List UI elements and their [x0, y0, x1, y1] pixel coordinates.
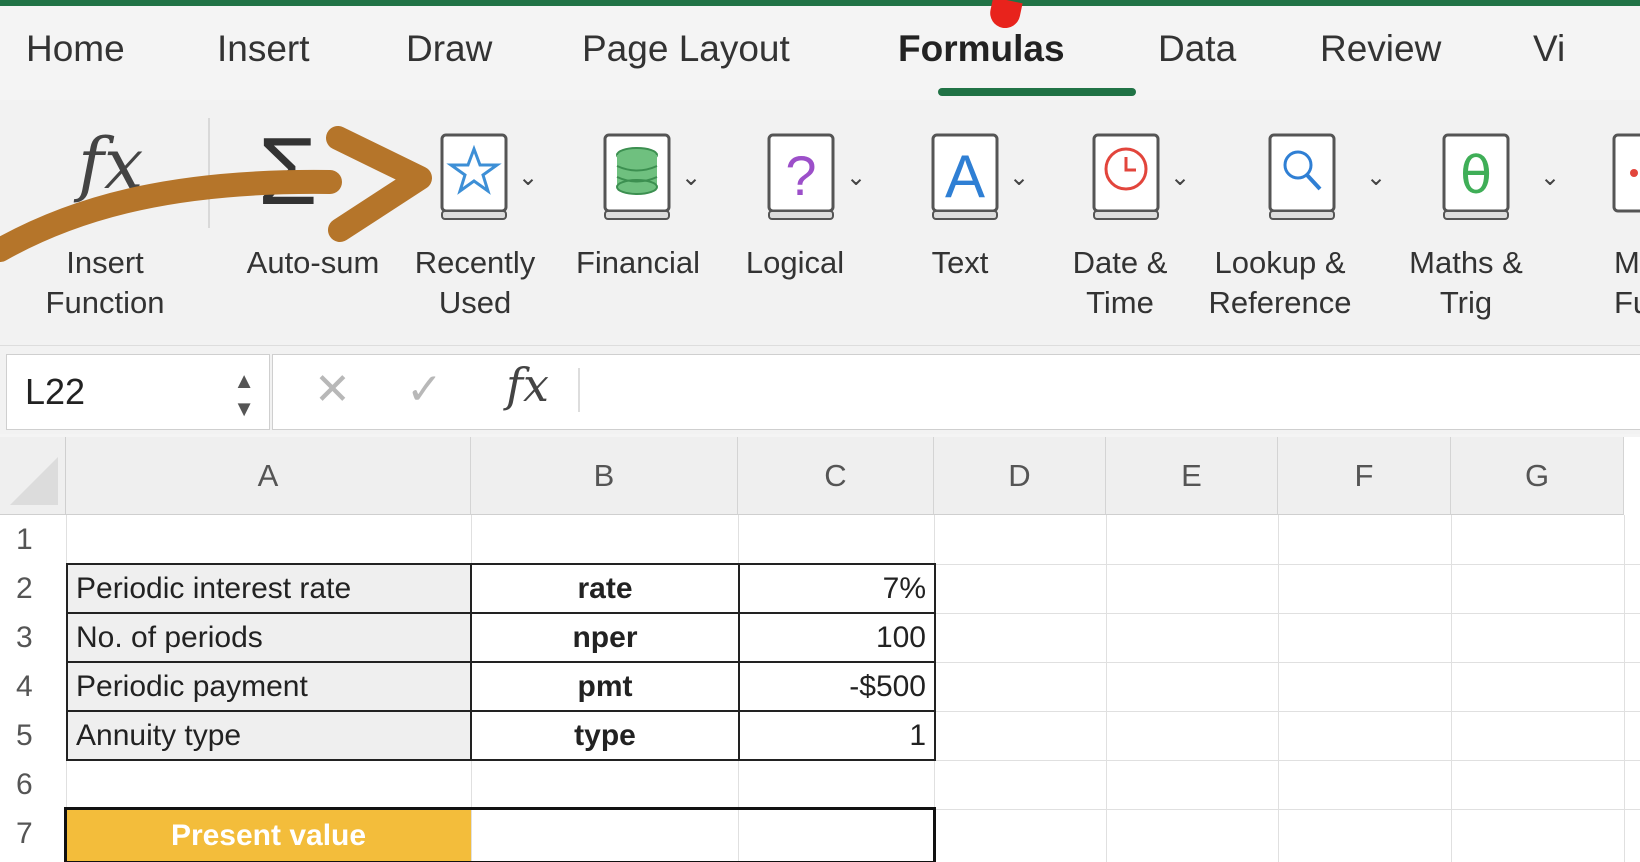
ribbon-tabs: Home Insert Draw Page Layout Formulas Da…	[0, 20, 1640, 90]
row-header-2[interactable]: 2	[0, 564, 66, 613]
column-header-d[interactable]: D	[934, 437, 1106, 515]
maths-trig-label-line1: Maths &	[1409, 245, 1523, 280]
maths-trig-button[interactable]: θ ⌄ Maths & Trig	[1409, 125, 1578, 325]
magnifier-icon	[1268, 133, 1336, 220]
lookup-reference-label-line1: Lookup &	[1214, 245, 1346, 280]
lookup-reference-button[interactable]: ⌄ Lookup & Reference	[1208, 125, 1410, 325]
more-functions-button[interactable]: M Fu	[1608, 125, 1640, 325]
cell-a5[interactable]: Annuity type	[66, 710, 472, 761]
chevron-down-icon[interactable]: ⌄	[846, 163, 866, 192]
name-box[interactable]: L22 ▲ ▼	[6, 354, 270, 430]
row-header-5[interactable]: 5	[0, 711, 66, 760]
column-header-f[interactable]: F	[1278, 437, 1451, 515]
theta-icon: θ	[1442, 133, 1510, 220]
tab-page-layout[interactable]: Page Layout	[582, 28, 790, 70]
row-header-7[interactable]: 7	[0, 809, 66, 858]
more-functions-label-line2: Fu	[1614, 285, 1640, 320]
down-arrow-icon[interactable]: ▼	[233, 395, 255, 423]
tab-home[interactable]: Home	[26, 28, 125, 70]
name-box-stepper[interactable]: ▲ ▼	[233, 367, 255, 423]
name-box-value: L22	[25, 371, 86, 412]
select-all-corner[interactable]	[0, 437, 66, 515]
financial-label-line1: Financial	[575, 245, 701, 280]
tab-view[interactable]: Vi	[1533, 28, 1565, 70]
insert-function-label-line2: Function	[45, 285, 165, 320]
logical-button[interactable]: ? ⌄ Logical	[740, 125, 890, 325]
select-all-triangle	[10, 457, 58, 505]
row-header-1[interactable]: 1	[0, 515, 66, 564]
star-icon	[440, 133, 508, 220]
cell-c3[interactable]: 100	[738, 612, 936, 663]
question-icon: ?	[767, 133, 835, 220]
lookup-reference-label: Lookup & Reference	[1180, 243, 1380, 323]
more-functions-label-line1: M	[1614, 245, 1640, 280]
column-header-g[interactable]: G	[1451, 437, 1624, 515]
date-time-label-line1: Date &	[1072, 245, 1168, 280]
column-header-e[interactable]: E	[1106, 437, 1278, 515]
logical-label-line1: Logical	[745, 245, 845, 280]
maths-trig-label-line2: Trig	[1439, 285, 1493, 320]
tab-review[interactable]: Review	[1320, 28, 1441, 70]
chevron-down-icon[interactable]: ⌄	[1009, 163, 1029, 192]
lookup-reference-label-line2: Reference	[1208, 285, 1352, 320]
cell-c5[interactable]: 1	[738, 710, 936, 761]
tab-draw[interactable]: Draw	[406, 28, 492, 70]
text-functions-button[interactable]: A ⌄ Text	[905, 125, 1055, 325]
up-arrow-icon[interactable]: ▲	[233, 367, 255, 395]
cell-a4[interactable]: Periodic payment	[66, 661, 472, 712]
financial-button[interactable]: ⌄ Financial	[575, 125, 725, 325]
cell-c4[interactable]: -$500	[738, 661, 936, 712]
recently-used-label-line2: Used	[438, 285, 512, 320]
active-tab-indicator	[938, 88, 1136, 96]
date-time-label-line2: Time	[1086, 285, 1154, 320]
column-header-c[interactable]: C	[738, 437, 934, 515]
cancel-icon[interactable]: ✕	[314, 364, 351, 415]
cell-b2[interactable]: rate	[470, 563, 740, 614]
annotation-arrow-icon	[0, 126, 432, 262]
theta-glyph: θ	[1460, 146, 1492, 206]
coins-icon	[603, 133, 671, 220]
question-glyph: ?	[785, 144, 816, 207]
excel-window: Home Insert Draw Page Layout Formulas Da…	[0, 0, 1640, 862]
cell-a2[interactable]: Periodic interest rate	[66, 563, 472, 614]
formula-bar: L22 ▲ ▼ ✕ ✓ fx	[0, 345, 1640, 434]
formula-input[interactable]	[272, 354, 1640, 430]
row-header-4[interactable]: 4	[0, 662, 66, 711]
logical-label: Logical	[720, 243, 870, 283]
text-a-icon: A	[931, 133, 999, 220]
cell-b3[interactable]: nper	[470, 612, 740, 663]
chevron-down-icon[interactable]: ⌄	[518, 163, 538, 192]
cell-c2[interactable]: 7%	[738, 563, 936, 614]
column-header-b[interactable]: B	[471, 437, 738, 515]
more-functions-icon	[1612, 133, 1640, 213]
chevron-down-icon[interactable]: ⌄	[1366, 163, 1386, 192]
cell-b5[interactable]: type	[470, 710, 740, 761]
cell-b4[interactable]: pmt	[470, 661, 740, 712]
maths-trig-label: Maths & Trig	[1386, 243, 1546, 323]
date-time-label: Date & Time	[1045, 243, 1195, 323]
tab-data[interactable]: Data	[1158, 28, 1236, 70]
fx-icon[interactable]: fx	[506, 358, 549, 412]
formula-bar-divider	[578, 368, 580, 412]
present-value-border	[64, 807, 936, 862]
chevron-down-icon[interactable]: ⌄	[1540, 163, 1560, 192]
column-header-a[interactable]: A	[66, 437, 471, 515]
text-label: Text	[885, 243, 1035, 283]
row-header-6[interactable]: 6	[0, 760, 66, 809]
chevron-down-icon[interactable]: ⌄	[681, 163, 701, 192]
chevron-down-icon[interactable]: ⌄	[1170, 163, 1190, 192]
text-glyph: A	[945, 143, 985, 210]
text-label-line1: Text	[931, 245, 989, 280]
spreadsheet-grid: A B C D E F G 1 2 3 4 5 6 7 Periodic int…	[0, 437, 1640, 862]
title-bar-strip	[0, 0, 1640, 6]
more-functions-label: M Fu	[1614, 243, 1640, 323]
tab-insert[interactable]: Insert	[217, 28, 310, 70]
row-header-3[interactable]: 3	[0, 613, 66, 662]
confirm-icon[interactable]: ✓	[406, 364, 443, 415]
cell-a3[interactable]: No. of periods	[66, 612, 472, 663]
clock-icon	[1092, 133, 1160, 220]
tab-formulas[interactable]: Formulas	[898, 28, 1065, 70]
financial-label: Financial	[563, 243, 713, 283]
